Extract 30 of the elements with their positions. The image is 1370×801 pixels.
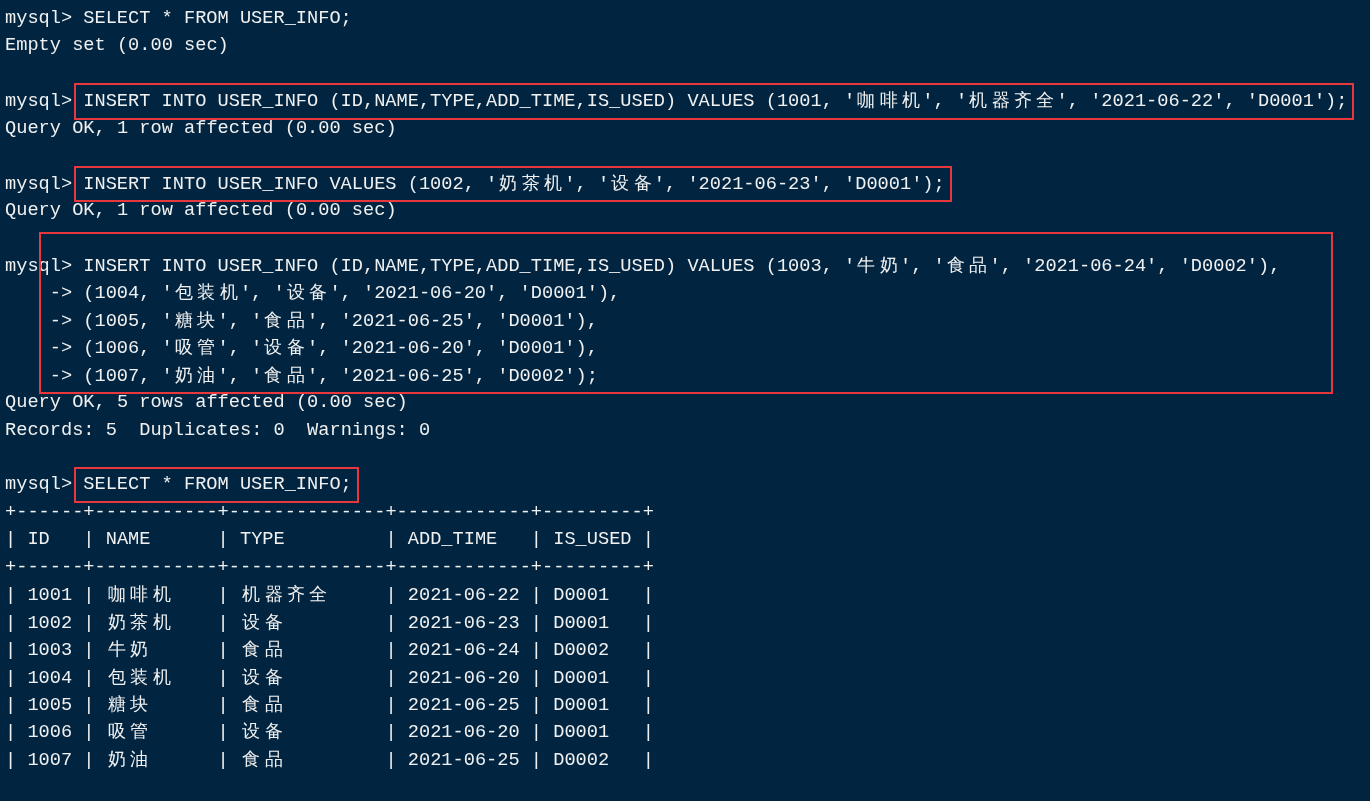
table-row: | 1006 | 吸管 | 设备 | 2021-06-20 | D0001 | (5, 721, 654, 744)
command-text: INSERT INTO USER_INFO (ID,NAME,TYPE,ADD_TIME,IS_USED) VALUES (1003, '牛奶', '食品', '2021-06-24', 'D0002'), (83, 253, 1281, 279)
output-text: Query OK, 5 rows affected (0.00 sec) (5, 391, 408, 414)
prompt-text: -> (48, 308, 73, 334)
prompt-text: -> (48, 281, 73, 307)
output-text: Records: 5 Duplicates: 0 Warnings: 0 (5, 418, 431, 441)
output-text: Empty set (0.00 sec) (5, 34, 229, 57)
highlighted-command: INSERT INTO USER_INFO VALUES (1002, '奶茶机', '设备', '2021-06-23', 'D0001'); (74, 165, 952, 203)
table-header: | ID | NAME | TYPE | ADD_TIME | IS_USED | (5, 528, 654, 551)
table-row: | 1004 | 包装机 | 设备 | 2021-06-20 | D0001 | (5, 666, 654, 689)
command-text: SELECT * FROM USER_INFO; (83, 6, 352, 31)
prompt-text: -> (48, 336, 73, 362)
table-row: | 1002 | 奶茶机 | 设备 | 2021-06-23 | D0001 | (5, 611, 654, 634)
table-border: +------+-----------+--------------+------------+---------+ (5, 555, 654, 578)
command-text: (1004, '包装机', '设备', '2021-06-20', 'D0001'), (83, 281, 621, 307)
prompt-text: mysql> (5, 171, 73, 197)
prompt-text: mysql> (5, 89, 73, 115)
highlighted-command: INSERT INTO USER_INFO (ID,NAME,TYPE,ADD_TIME,IS_USED) VALUES (1001, '咖啡机', '机器齐全', '2021-06-22', 'D0001'); (74, 83, 1355, 120)
command-text: (1005, '糖块', '食品', '2021-06-25', 'D0001'), (83, 308, 598, 334)
highlighted-command: SELECT * FROM USER_INFO; (74, 467, 359, 503)
table-row: | 1007 | 奶油 | 食品 | 2021-06-25 | D0002 | (5, 748, 654, 771)
prompt-text: mysql> (5, 6, 73, 31)
command-text: (1006, '吸管', '设备', '2021-06-20', 'D0001'), (83, 336, 598, 362)
table-border: +------+-----------+--------------+------------+---------+ (5, 500, 654, 523)
table-row: | 1003 | 牛奶 | 食品 | 2021-06-24 | D0002 | (5, 639, 654, 662)
prompt-text: mysql> (5, 472, 73, 498)
table-row: | 1001 | 咖啡机 | 机器齐全 | 2021-06-22 | D0001 | (5, 584, 654, 607)
prompt-text: -> (48, 363, 73, 389)
table-row: | 1005 | 糖块 | 食品 | 2021-06-25 | D0001 | (5, 693, 654, 716)
command-text: (1007, '奶油', '食品', '2021-06-25', 'D0002'); (83, 363, 598, 389)
